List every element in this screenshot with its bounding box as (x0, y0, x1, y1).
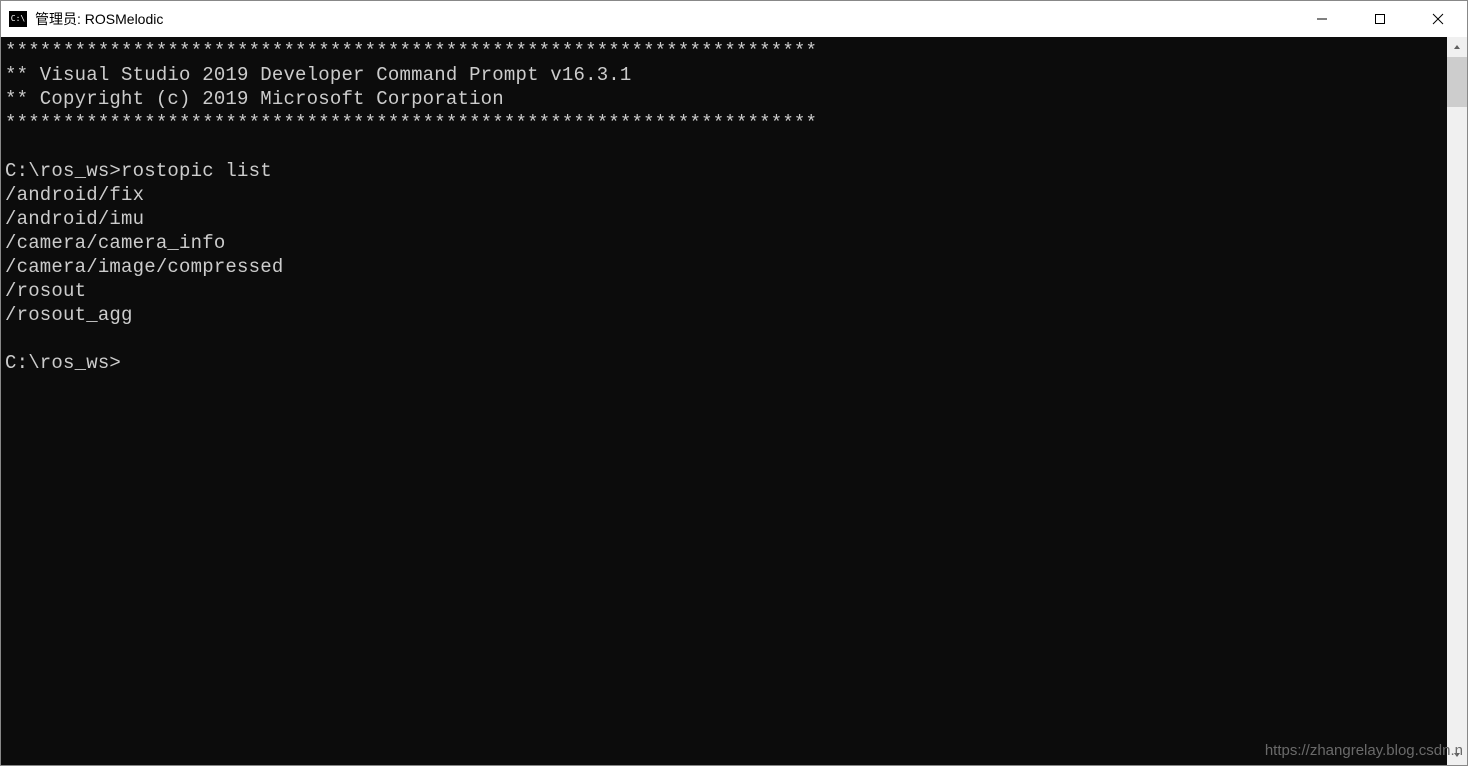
cmd-icon-glyph: C:\ (11, 15, 25, 23)
window-frame: C:\ 管理员: ROSMelodic ********************… (0, 0, 1468, 766)
close-icon (1432, 13, 1444, 25)
maximize-icon (1374, 13, 1386, 25)
window-controls (1293, 1, 1467, 37)
chevron-down-icon (1453, 751, 1461, 759)
terminal-output[interactable]: ****************************************… (1, 37, 1447, 765)
close-button[interactable] (1409, 1, 1467, 37)
chevron-up-icon (1453, 43, 1461, 51)
maximize-button[interactable] (1351, 1, 1409, 37)
window-title: 管理员: ROSMelodic (35, 9, 1293, 29)
scrollbar-thumb[interactable] (1447, 57, 1467, 107)
scroll-down-button[interactable] (1447, 745, 1467, 765)
titlebar[interactable]: C:\ 管理员: ROSMelodic (1, 1, 1467, 37)
minimize-icon (1316, 13, 1328, 25)
cmd-icon: C:\ (9, 11, 27, 27)
vertical-scrollbar[interactable] (1447, 37, 1467, 765)
client-area: ****************************************… (1, 37, 1467, 765)
scroll-up-button[interactable] (1447, 37, 1467, 57)
minimize-button[interactable] (1293, 1, 1351, 37)
